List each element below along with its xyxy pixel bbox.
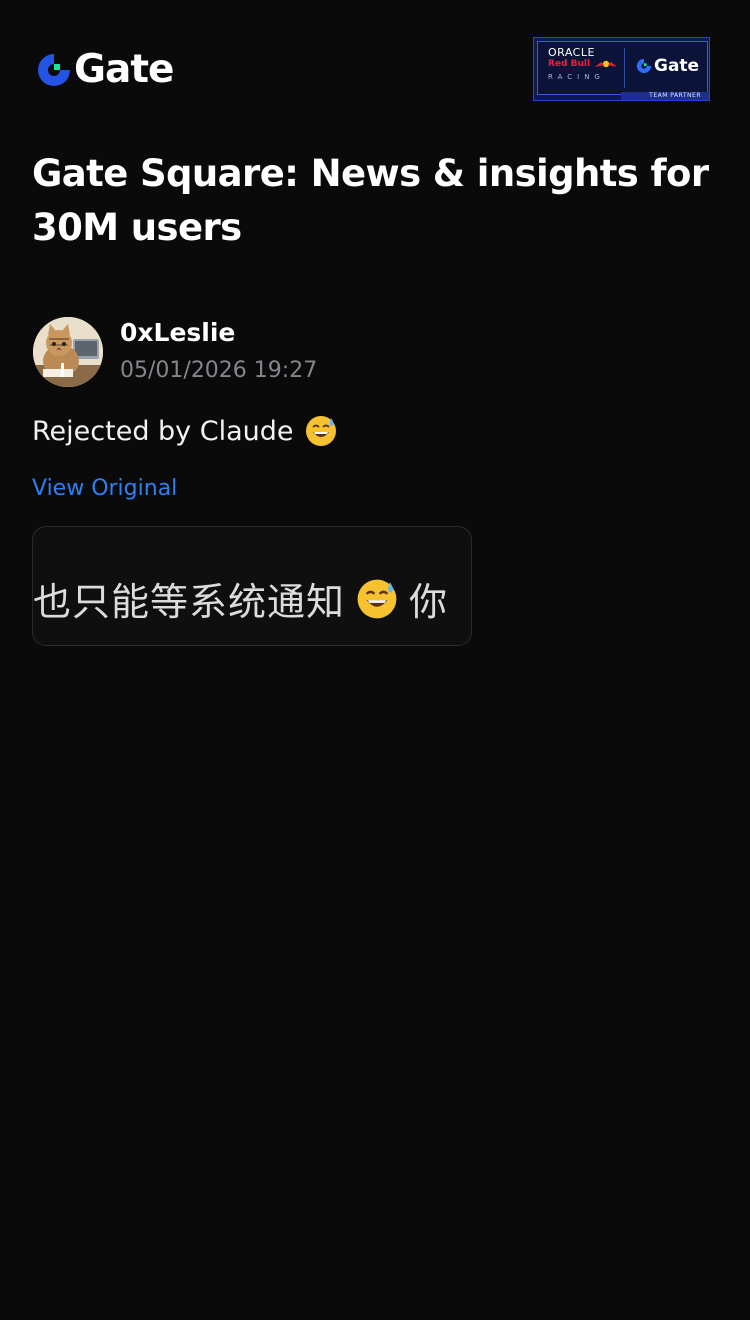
post-text: Rejected by Claude [32,414,338,448]
gate-logo-text: Gate [74,47,174,92]
post-timestamp: 05/01/2026 19:27 [120,358,318,383]
post-image-preview[interactable]: 也只能等系统通知 你 [32,526,472,646]
gate-logo[interactable]: Gate [36,47,174,92]
author-name[interactable]: 0xLeslie [120,318,235,347]
gate-logo-icon [636,58,652,74]
partner-badge-divider [624,48,625,88]
image-preview-text-before: 也只能等系统通知 [33,580,346,624]
author-avatar[interactable] [33,317,103,387]
view-original-link[interactable]: View Original [32,476,177,501]
oracle-wordmark: ORACLE [548,46,595,59]
partner-badge-panel: ORACLE Red Bull RACING Gate [537,41,708,95]
page-title: Gate Square: News & insights for 30M use… [32,152,709,249]
redbull-bull-icon [594,59,618,71]
post-text-content: Rejected by Claude [32,415,294,447]
partner-gate-logo: Gate [636,56,699,76]
page: Gate ORACLE Red Bull RACING Gate TEAM PA… [0,0,750,1320]
team-partner-badge[interactable]: ORACLE Red Bull RACING Gate TEAM PARTNER [533,37,710,101]
partner-gate-text: Gate [654,56,700,76]
image-preview-text-after: 你 [409,580,449,624]
sweat-smile-emoji-icon [305,416,336,446]
image-preview-text: 也只能等系统通知 你 [33,571,448,626]
cat-avatar-icon [33,317,103,387]
racing-wordmark: RACING [548,73,605,81]
redbull-wordmark: Red Bull [548,59,591,69]
team-partner-label: TEAM PARTNER [649,92,701,99]
gate-logo-icon [38,54,70,86]
sweat-smile-emoji-icon [357,579,397,618]
